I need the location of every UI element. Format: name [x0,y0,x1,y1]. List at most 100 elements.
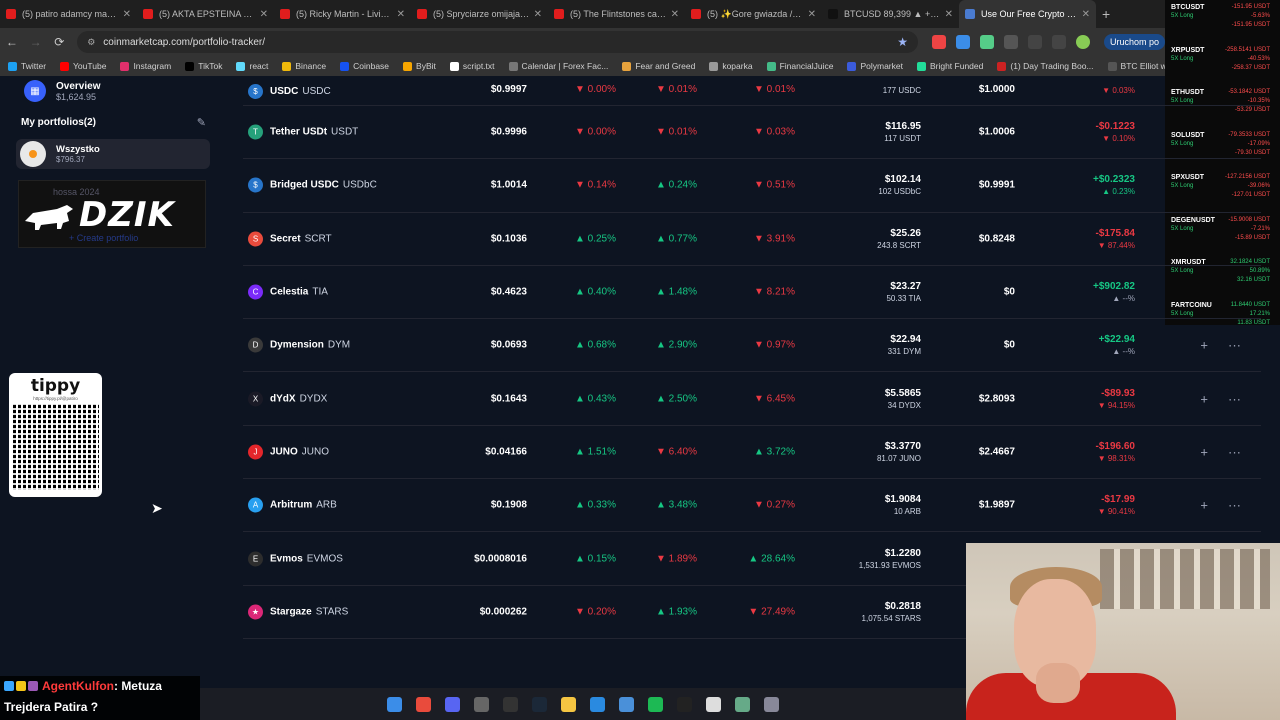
table-row[interactable]: C Celestia TIA $0.4623 ▲ 0.40% ▲ 1.48% ▼ 8.21%… [243,266,1261,320]
table-row[interactable]: A Arbitrum ARB $0.1908 ▲ 0.33% ▲ 3.48% ▼ 0.27%… [243,479,1261,533]
close-icon[interactable]: ✕ [534,9,542,20]
chrome-icon[interactable] [416,696,431,712]
windows-icon[interactable] [387,696,402,712]
bookmark-item[interactable]: Coinbase [340,61,389,71]
bookmark-item[interactable]: ByBit [403,61,436,71]
more-options-icon[interactable]: ··· [1228,444,1241,459]
bookmark-icon [185,61,195,71]
add-transaction-icon[interactable]: + [1200,444,1208,459]
browser-tab[interactable]: (5) patiro adamcy mazury ✕ [0,0,137,28]
browser-tab[interactable]: (5) Ricky Martin - Livin' La ✕ [274,0,411,28]
close-icon[interactable]: ✕ [1082,9,1090,20]
puzzle-icon[interactable] [1003,35,1018,49]
bookmark-item[interactable]: Twitter [8,61,46,71]
bookmark-item[interactable]: koparka [709,61,753,71]
more-options-icon[interactable]: ··· [1228,391,1241,406]
spotify-icon[interactable] [648,696,663,712]
obs-icon[interactable] [503,696,518,712]
menu-list-icon[interactable] [1051,35,1066,49]
back-icon[interactable]: ← [0,35,24,49]
close-icon[interactable]: ✕ [260,9,268,20]
extension-icon[interactable] [979,35,994,49]
bookmark-item[interactable]: Polymarket [847,61,903,71]
close-icon[interactable]: ✕ [397,9,405,20]
site-info-icon[interactable]: ⚙ [87,37,95,48]
close-icon[interactable]: ✕ [945,9,953,20]
bookmark-item[interactable]: (1) Day Trading Boo... [997,61,1094,71]
bookmark-item[interactable]: YouTube [60,61,106,71]
close-icon[interactable]: ✕ [123,9,131,20]
reload-icon[interactable]: ⟳ [47,35,71,49]
more-options-icon[interactable]: ··· [1228,338,1241,353]
close-icon[interactable]: ✕ [808,9,816,20]
bookmark-item[interactable]: BTC Elliot wave [1107,61,1165,71]
more-options-icon[interactable]: ··· [1228,498,1241,513]
folder-icon[interactable] [561,696,576,712]
change-1h: ▼ 0.20% [574,606,616,618]
discord-icon[interactable] [445,696,460,712]
bookmark-item[interactable]: Instagram [120,61,171,71]
browser-tab[interactable]: (5) The Flintstones cartoo ✕ [548,0,685,28]
bookmark-item[interactable]: Calendar | Forex Fac... [508,61,608,71]
add-transaction-icon[interactable]: + [1200,391,1208,406]
ticker-position[interactable]: BTCUSDT 5X Long -151.95 USDT -5.63% -151.95 … [1165,0,1280,43]
run-button[interactable]: Uruchom po [1103,34,1165,50]
table-row[interactable]: $ USDC USDC $0.9997 ▼ 0.00% ▼ 0.01% ▼ 0.01% 177… [243,76,1261,106]
bookmark-item[interactable]: Binance [282,61,326,71]
tool-icon[interactable] [619,696,634,712]
edit-pencil-icon[interactable]: ✎ [197,116,206,129]
steam-icon[interactable] [532,696,547,712]
bookmark-item[interactable]: TikTok [185,61,222,71]
bookmark-star-icon[interactable]: ★ [897,35,908,49]
bookmark-item[interactable]: script.txt [449,61,495,71]
chat-message: : Metuza [113,679,162,693]
add-transaction-icon[interactable]: + [1200,338,1208,353]
avg-buy-price: $0 [1003,339,1015,351]
asset-price: $0.4623 [490,286,527,298]
app-icon[interactable] [474,696,489,712]
profile-avatar[interactable] [1075,35,1090,49]
media-icon[interactable] [735,696,750,712]
create-portfolio-link[interactable]: + Create portfolio [69,233,138,243]
address-input[interactable]: ⚙ coinmarketcap.com/portfolio-tracker/ ★ [77,31,918,53]
browser-tab[interactable]: Use Our Free Crypto Portf ✕ [959,0,1096,28]
holdings-value: $5.5865 [884,387,921,399]
table-row[interactable]: XdYdX DYDX $0.1643 ▲ 0.43% ▲ 2.50% ▼ 6.45% $5.… [243,372,1261,426]
change-1h: ▼ 0.00% [574,84,616,95]
table-row[interactable]: D Dymension DYM $0.0693 ▲ 0.68% ▲ 2.90% ▼ 0.97… [243,319,1261,373]
table-row[interactable]: J JUNO JUNO $0.04166 ▲ 1.51% ▼ 6.40% ▲ 3.72% $3… [243,426,1261,480]
close-icon[interactable]: ✕ [671,9,679,20]
bookmark-item[interactable]: FinancialJuice [766,61,833,71]
change-24h: ▼ 0.01% [655,126,697,138]
new-tab-icon[interactable]: + [1102,6,1110,22]
tab-title: (5) patiro adamcy mazury [22,9,119,19]
bookmark-label: ByBit [416,61,436,71]
browser-tab[interactable]: BTCUSD 89,399 ▲ +0.86% ✕ [822,0,959,28]
overview-item[interactable]: ▦ Overview $1,624.95 [0,76,222,102]
notes-icon[interactable] [706,696,721,712]
bookmark-icon [449,61,459,71]
bookmark-item[interactable]: react [236,61,268,71]
tab-title: BTCUSD 89,399 ▲ +0.86% [844,9,941,19]
app2-icon[interactable] [764,696,779,712]
browser-tab[interactable]: (5) Spryciarze omijaja kon ✕ [411,0,548,28]
table-row[interactable]: T Tether USDt USDT $0.9996 ▼ 0.00% ▼ 0.01% ▼ 0… [243,106,1261,160]
add-transaction-icon[interactable]: + [1200,498,1208,513]
extension-icon[interactable] [931,35,946,49]
table-row[interactable]: S Secret SCRT $0.1036 ▲ 0.25% ▲ 0.77% ▼ 3.91% $… [243,213,1261,266]
extension-icon[interactable] [955,35,970,49]
forward-icon[interactable]: → [24,35,48,49]
browser-tab[interactable]: (5) AKTA EPSTEINA TO NIE ✕ [137,0,274,28]
profit-loss-percent: ▼ 87.44% [1097,240,1135,250]
bookmark-item[interactable]: Fear and Greed [622,61,695,71]
epic-icon[interactable] [677,696,692,712]
asset-symbol: EVMOS [306,553,343,565]
portfolio-item-wszystko[interactable]: Wszystko $796.37 [16,139,210,169]
bookmark-item[interactable]: Bright Funded [916,61,984,71]
bookmark-label: Bright Funded [929,61,984,71]
table-row[interactable]: $ Bridged USDC USDbC $1.0014 ▼ 0.14% ▲ 0.24% ▼… [243,159,1261,213]
asset-symbol: STARS [315,606,349,618]
browser-tab[interactable]: (5) ✨Gore gwiazda / Ma ✕ [685,0,822,28]
ccleaner-icon[interactable] [590,696,605,712]
download-icon[interactable] [1027,35,1042,49]
